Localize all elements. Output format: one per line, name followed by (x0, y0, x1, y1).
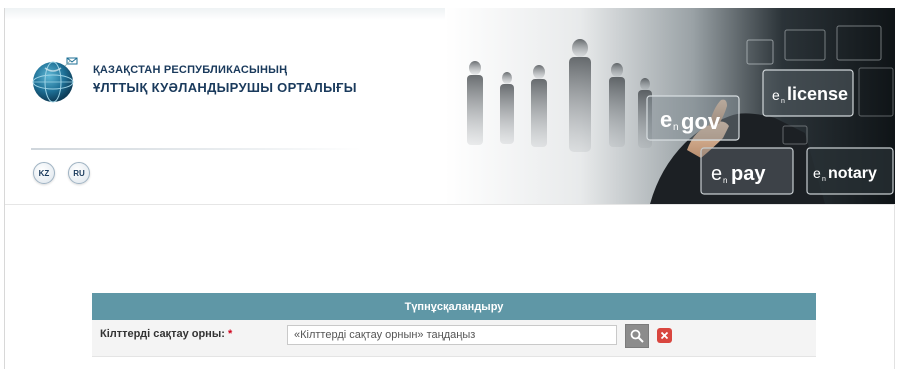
page: ҚАЗАҚСТАН РЕСПУБЛИКАСЫНЫҢ ҰЛТТЫҚ КУӘЛАНД… (0, 0, 899, 369)
globe-logo-icon (32, 57, 78, 103)
key-storage-row: Кілттерді сақтау орны: * «Кілттерді сақт… (92, 320, 816, 357)
egov-tile: e n gov (646, 95, 740, 141)
svg-text:license: license (787, 84, 848, 104)
svg-text:e: e (711, 163, 722, 185)
svg-text:n: n (723, 176, 727, 185)
svg-text:n: n (781, 98, 785, 105)
svg-text:notary: notary (828, 165, 877, 182)
org-name-line1: ҚАЗАҚСТАН РЕСПУБЛИКАСЫНЫҢ (93, 64, 288, 76)
svg-text:n: n (673, 122, 679, 133)
header-divider (31, 148, 361, 150)
key-storage-label: Кілттерді сақтау орны: * (100, 328, 232, 340)
required-marker: * (227, 328, 233, 340)
header-banner-image: e n gov e n license e n pay e n notary (445, 8, 895, 204)
site-header: ҚАЗАҚСТАН РЕСПУБЛИКАСЫНЫҢ ҰЛТТЫҚ КУӘЛАНД… (5, 8, 895, 205)
key-storage-input[interactable]: «Кілттерді сақтау орнын» таңдаңыз (287, 325, 617, 345)
key-storage-placeholder: «Кілттерді сақтау орнын» таңдаңыз (294, 329, 476, 341)
authentication-form: Түпнұсқаландыру Кілттерді сақтау орны: *… (92, 293, 816, 357)
key-storage-label-text: Кілттерді сақтау орны: (100, 328, 225, 340)
svg-text:e: e (660, 107, 672, 132)
close-icon (660, 331, 669, 340)
search-button[interactable] (625, 324, 649, 348)
svg-text:n: n (822, 176, 826, 183)
svg-text:e: e (772, 87, 780, 103)
svg-text:pay: pay (731, 163, 766, 185)
svg-text:gov: gov (681, 109, 721, 134)
lang-button-ru[interactable]: RU (68, 162, 90, 184)
lang-button-kz[interactable]: KZ (33, 162, 55, 184)
svg-text:e: e (813, 165, 821, 181)
clear-button[interactable] (657, 328, 672, 343)
form-title: Түпнұсқаландыру (92, 293, 816, 320)
org-name-line2: ҰЛТТЫҚ КУӘЛАНДЫРУШЫ ОРТАЛЫҒЫ (93, 80, 357, 95)
search-icon (630, 329, 644, 343)
